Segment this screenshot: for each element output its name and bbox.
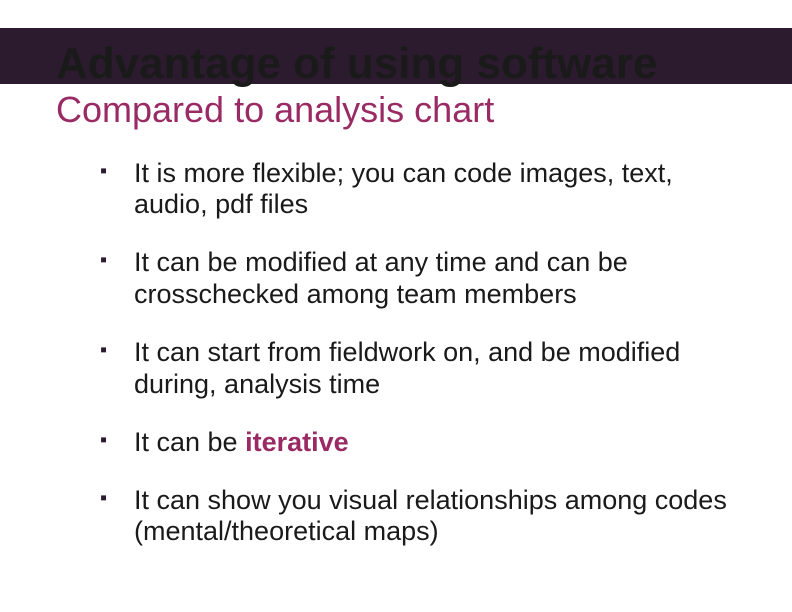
bullet-prefix: It can be [134, 427, 245, 457]
title-bar: Advantage of using software [0, 28, 792, 84]
list-item: It is more flexible; you can code images… [90, 158, 736, 222]
slide-title: Advantage of using software [56, 42, 657, 86]
list-item: It can be iterative [90, 427, 736, 459]
slide: Advantage of using software Compared to … [0, 28, 792, 612]
slide-subtitle: Compared to analysis chart [56, 90, 792, 130]
list-item: It can show you visual relationships amo… [90, 485, 736, 549]
bullet-list: It is more flexible; you can code images… [90, 158, 736, 549]
list-item: It can start from fieldwork on, and be m… [90, 337, 736, 401]
bullet-highlight: iterative [245, 427, 349, 457]
list-item: It can be modified at any time and can b… [90, 247, 736, 311]
body-content: It is more flexible; you can code images… [90, 158, 736, 549]
